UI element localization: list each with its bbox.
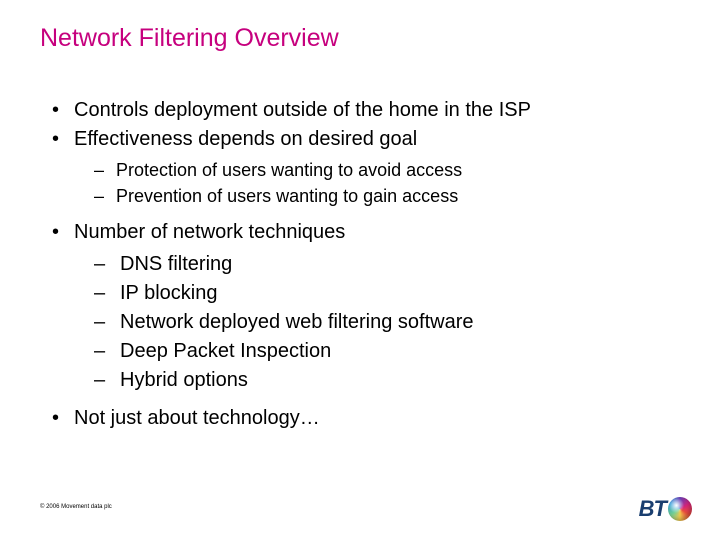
bullet-list: Controls deployment outside of the home … (40, 97, 680, 432)
sub-bullet-list: DNS filtering IP blocking Network deploy… (74, 250, 680, 395)
bullet-item: Not just about technology… (48, 405, 680, 432)
sub-bullet-item: Prevention of users wanting to gain acce… (94, 183, 680, 209)
bullet-text: Effectiveness depends on desired goal (74, 128, 417, 150)
bullet-item: Controls deployment outside of the home … (48, 97, 680, 124)
sub-bullet-item: Hybrid options (94, 366, 680, 395)
bullet-item: Effectiveness depends on desired goal Pr… (48, 126, 680, 209)
bt-logo: BT (639, 496, 692, 522)
logo-text: BT (639, 496, 666, 522)
copyright-text: © 2006 Movement data plc (40, 504, 112, 510)
globe-icon (668, 497, 692, 521)
sub-bullet-item: Deep Packet Inspection (94, 337, 680, 366)
bullet-text: Number of network techniques (74, 221, 345, 243)
sub-bullet-item: Protection of users wanting to avoid acc… (94, 157, 680, 183)
sub-bullet-item: DNS filtering (94, 250, 680, 279)
slide-title: Network Filtering Overview (40, 24, 680, 53)
sub-bullet-item: Network deployed web filtering software (94, 308, 680, 337)
bullet-item: Number of network techniques DNS filteri… (48, 219, 680, 395)
sub-bullet-list: Protection of users wanting to avoid acc… (74, 157, 680, 209)
sub-bullet-item: IP blocking (94, 279, 680, 308)
